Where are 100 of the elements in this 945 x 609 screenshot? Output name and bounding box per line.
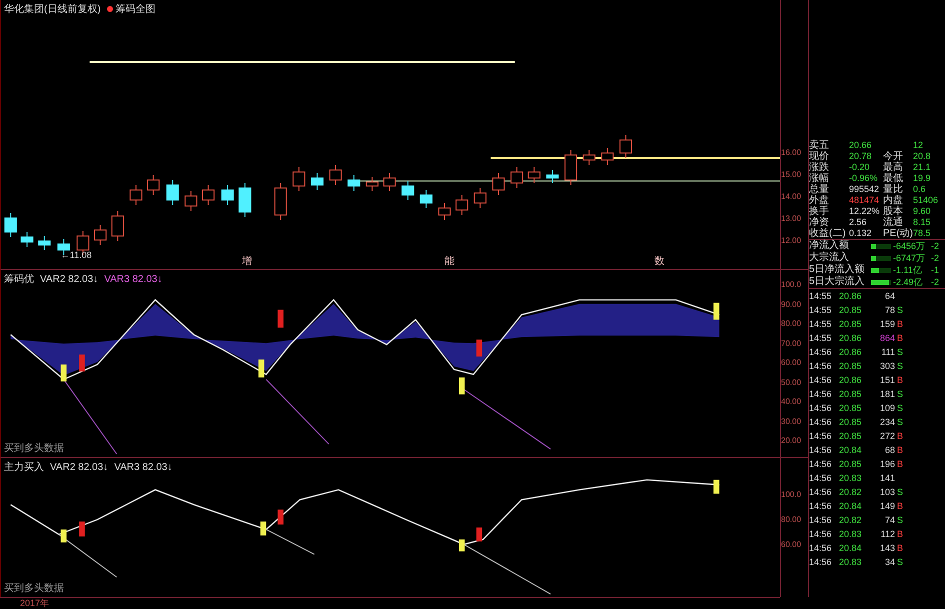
quote-label: 流通	[883, 217, 904, 228]
indicator-value: VAR2 82.03↓	[50, 462, 108, 472]
quote-label: 换手	[809, 206, 830, 217]
candlestick	[510, 166, 524, 188]
tick-price: 20.84	[839, 542, 863, 555]
tick-volume: 103	[878, 486, 896, 499]
quote-label: 涨幅	[809, 173, 830, 184]
candlestick	[438, 202, 451, 220]
tick-volume: 234	[878, 416, 896, 429]
tick-side: S	[897, 556, 904, 569]
signal-bar	[79, 522, 85, 536]
tick-price: 20.85	[839, 458, 863, 471]
tick-volume: 74	[884, 514, 896, 527]
tick-volume: 34	[884, 556, 896, 569]
quote-label: 净资	[809, 217, 830, 228]
quote-label: 涨跌	[809, 162, 830, 173]
tick-time: 14:56	[809, 430, 833, 443]
tick-time: 14:55	[809, 304, 833, 317]
candlestick	[221, 184, 234, 206]
quote-value: -0.20	[849, 162, 871, 173]
candlestick	[402, 180, 414, 200]
candlestick	[111, 210, 124, 242]
tick-time: 14:56	[809, 528, 833, 541]
overlay-label[interactable]: 筹码全图	[116, 2, 156, 16]
candlestick	[38, 236, 51, 250]
quote-label: PE(动)	[883, 228, 913, 239]
tick-volume: 149	[878, 500, 896, 513]
tick-volume: 111	[880, 346, 896, 359]
dot-icon	[106, 6, 113, 12]
tick-side: B	[897, 430, 904, 443]
tick-side: S	[897, 486, 904, 499]
tick-side: S	[897, 416, 904, 429]
flow-value: -1.11亿	[893, 264, 923, 276]
tick-volume: 109	[878, 402, 896, 415]
quote-value: 12	[913, 140, 924, 151]
candlestick	[4, 212, 17, 238]
tick-volume: 196	[878, 458, 896, 471]
candlestick	[238, 182, 252, 218]
candlestick	[20, 232, 34, 248]
indicator-value: VAR2 82.03↓	[40, 274, 98, 284]
candlestick	[619, 134, 632, 158]
tick-side: B	[897, 528, 904, 541]
tick-volume: 143	[878, 542, 896, 555]
axis-label: 80.00	[781, 515, 802, 524]
tick-time: 14:55	[809, 332, 833, 345]
indicator-value: VAR3 82.03↓	[114, 462, 172, 472]
tick-price: 20.83	[839, 528, 863, 541]
flow-value: -1	[931, 264, 940, 276]
flow-value: -2	[931, 276, 940, 288]
indicator-value: VAR3 82.03↓	[104, 274, 162, 284]
tick-time: 14:56	[809, 556, 833, 569]
quote-value: 481474	[849, 195, 880, 206]
quote-value: 0.132	[849, 228, 873, 239]
quote-label: 今开	[883, 151, 904, 162]
tick-volume: 68	[884, 444, 896, 457]
event-marker[interactable]: 数	[654, 254, 665, 268]
tick-price: 20.85	[839, 430, 863, 443]
tick-time: 14:56	[809, 374, 833, 387]
candlestick	[130, 184, 142, 206]
tick-price: 20.82	[839, 486, 863, 499]
candlestick	[147, 174, 160, 196]
candlestick	[366, 176, 378, 192]
trend-line	[266, 378, 330, 445]
event-marker[interactable]: 能	[444, 254, 454, 268]
time-axis-label: 2017年	[20, 598, 50, 608]
tick-time: 14:56	[809, 360, 833, 373]
quote-label: 卖五	[809, 140, 830, 151]
indicator-name: 主力买入	[4, 460, 44, 474]
quote-value: 0.6	[913, 184, 927, 195]
tick-time: 14:55	[809, 318, 833, 331]
tick-side: S	[897, 388, 904, 401]
tick-time: 14:56	[809, 500, 833, 513]
tick-price: 20.85	[839, 360, 863, 373]
flow-label: 大宗流入	[809, 252, 850, 264]
signal-bar	[260, 522, 266, 536]
tick-price: 20.86	[839, 332, 863, 345]
tick-volume: 64	[884, 290, 896, 303]
flow-value: -6456万	[893, 240, 926, 252]
tick-price: 20.83	[839, 556, 863, 569]
tick-side: B	[897, 374, 904, 387]
signal-bar	[713, 480, 720, 494]
flow-label: 5日大宗流入	[809, 276, 866, 288]
tick-volume: 303	[878, 360, 896, 373]
candlestick	[184, 190, 198, 212]
quote-label: 最高	[883, 162, 904, 173]
quote-value: 51406	[913, 195, 940, 206]
tick-time: 14:56	[809, 472, 833, 485]
event-marker[interactable]: 增	[242, 254, 252, 268]
tick-time: 14:56	[809, 416, 833, 429]
candlestick	[601, 148, 614, 166]
quote-value: 9.60	[913, 206, 932, 217]
flow-value: -2.49亿	[893, 276, 924, 288]
quote-value: 21.1	[913, 162, 932, 173]
tick-price: 20.85	[839, 416, 863, 429]
quote-value: 20.66	[849, 140, 873, 151]
quote-label: 外盘	[809, 195, 830, 206]
tick-volume: 151	[878, 374, 896, 387]
indicator-name: 筹码优	[4, 273, 34, 286]
tick-time: 14:56	[809, 458, 833, 471]
signal-bar	[713, 302, 720, 320]
